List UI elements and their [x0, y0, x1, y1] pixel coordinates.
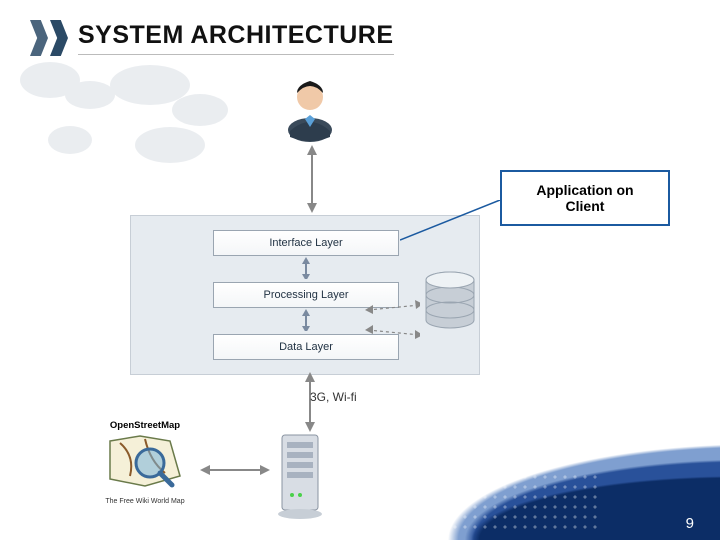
data-db-connector	[365, 300, 420, 340]
label-application-on-client: Application on Client	[500, 170, 670, 226]
page-number: 9	[686, 515, 694, 532]
chevron-icon	[30, 20, 68, 56]
osm-title: OpenStreetMap	[90, 420, 200, 431]
label-text: Application on Client	[536, 182, 633, 214]
layer-connector-2	[299, 309, 313, 331]
server-icon	[270, 430, 330, 520]
arrow-osm-server	[200, 460, 270, 480]
slide-title: SYSTEM ARCHITECTURE	[78, 21, 394, 55]
world-map-bg	[0, 40, 260, 190]
layer-interface: Interface Layer	[213, 230, 399, 256]
layer-connector-1	[299, 257, 313, 279]
osm-subtitle: The Free Wiki World Map	[90, 498, 200, 505]
slide-header: SYSTEM ARCHITECTURE	[30, 20, 394, 56]
network-label: 3G, Wi-fi	[310, 390, 357, 404]
database-icon	[420, 270, 480, 335]
callout-line-client	[400, 200, 510, 250]
map-icon	[90, 431, 200, 491]
user-icon	[275, 75, 345, 145]
arrow-user-to-system	[302, 145, 322, 215]
openstreetmap-logo: OpenStreetMap The Free Wiki World Map	[90, 420, 200, 505]
